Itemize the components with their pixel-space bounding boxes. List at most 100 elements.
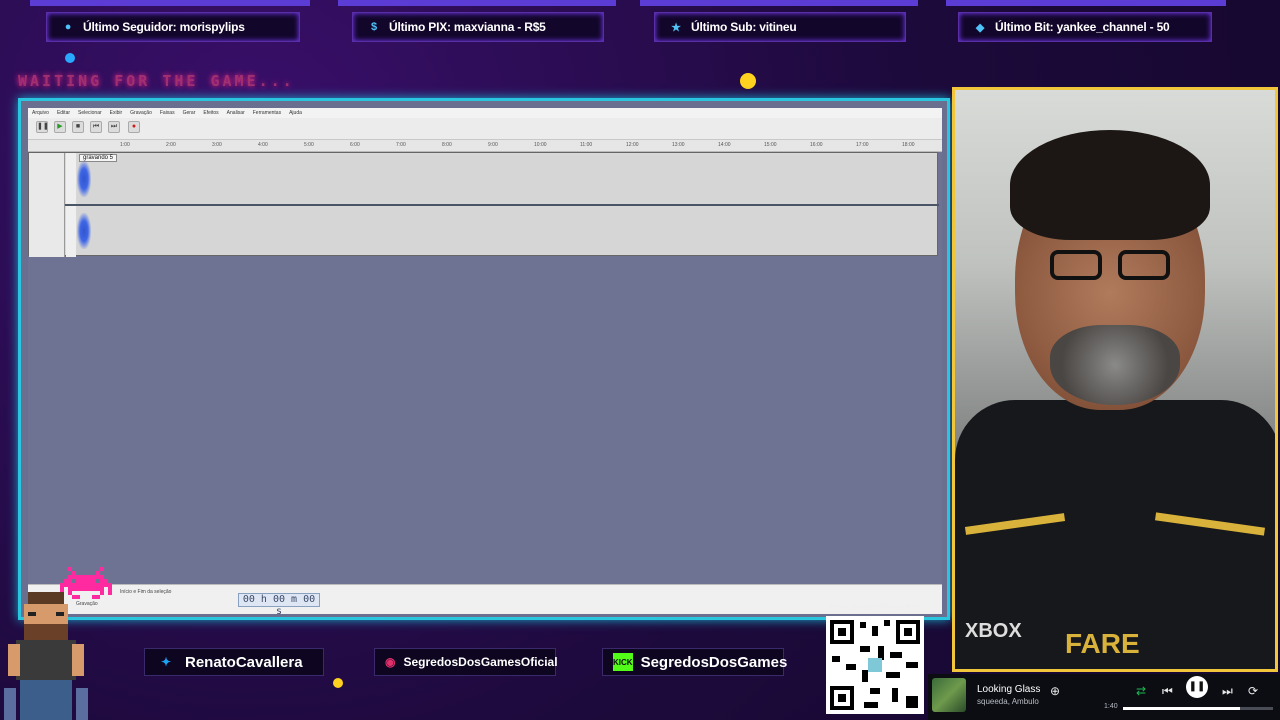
ticker-last-follower: ● Último Seguidor: morispylips (46, 12, 300, 42)
ruler-tick: 14:00 (718, 142, 731, 148)
webcam-feed: XBOX FARE (952, 87, 1278, 672)
right-channel[interactable] (77, 207, 937, 255)
selection-toolbar: Gravação Início e Fim da seleção 00 h 00… (28, 584, 942, 617)
menu-item[interactable]: Ajuda (289, 110, 302, 116)
top-accent-bar (946, 0, 1226, 6)
menu-item[interactable]: Efeitos (203, 110, 218, 116)
top-accent-bar (338, 0, 616, 6)
ruler-tick: 4:00 (258, 142, 268, 148)
shirt-logo-right: FARE (1065, 628, 1140, 659)
skip-start-button[interactable]: ⏮ (90, 121, 102, 133)
top-accent-bar (640, 0, 918, 6)
ruler-tick: 11:00 (580, 142, 593, 148)
ruler-tick: 16:00 (810, 142, 823, 148)
shirt-logo-left: XBOX (965, 620, 1022, 642)
ruler-tick: 17:00 (856, 142, 869, 148)
next-icon[interactable]: ⏭ (1222, 684, 1233, 699)
dollar-icon: $ (371, 21, 377, 33)
pause-button[interactable]: ❚❚ (1186, 676, 1208, 698)
user-icon: ● (64, 21, 72, 33)
track-control-panel[interactable] (29, 153, 65, 257)
glasses-icon (1050, 250, 1102, 280)
star-icon: ★ (671, 21, 681, 34)
menu-item[interactable]: Arquivo (32, 110, 49, 116)
menu-item[interactable]: Editar (57, 110, 70, 116)
music-player: Looking Glass squeeda, Ambulo ⊕ ⇄ ⏮ ❚❚ ⏭… (928, 674, 1280, 720)
ruler-tick: 12:00 (626, 142, 639, 148)
hair (1010, 130, 1210, 240)
decorative-dot (333, 678, 343, 688)
kick-icon: KICK (613, 653, 633, 671)
ticker-last-bit: ◆ Último Bit: yankee_channel - 50 (958, 12, 1212, 42)
track-artist: squeeda, Ambulo (977, 697, 1039, 706)
ticker-label: Último Seguidor: morispylips (83, 20, 245, 34)
top-accent-bar (30, 0, 310, 6)
beard (1050, 325, 1180, 405)
decorative-dot (740, 73, 756, 89)
elapsed-time: 1:40 (1104, 703, 1118, 710)
ruler-tick: 18:00 (902, 142, 915, 148)
menu-item[interactable]: Faixas (160, 110, 175, 116)
previous-icon[interactable]: ⏮ (1162, 684, 1173, 699)
social-handle: SegredosDosGames (640, 653, 788, 671)
menu-item[interactable]: Exibir (110, 110, 123, 116)
channel-divider (65, 204, 939, 206)
glasses-icon (1118, 250, 1170, 280)
time-display[interactable]: 00 h 00 m 00 s (238, 593, 320, 617)
ruler-tick: 6:00 (350, 142, 360, 148)
menu-bar: Arquivo Editar Selecionar Exibir Gravaçã… (28, 108, 942, 118)
add-icon[interactable]: ⊕ (1050, 684, 1060, 698)
repeat-icon[interactable]: ⟳ (1248, 684, 1258, 698)
ticker-last-pix: $ Último PIX: maxvianna - R$5 (352, 12, 604, 42)
ruler-tick: 1:00 (120, 142, 130, 148)
qr-caption: livepix.gg/segredosdosgames (828, 603, 922, 610)
waiting-banner: WAITING FOR THE GAME... (18, 72, 295, 90)
ruler-tick: 7:00 (396, 142, 406, 148)
social-handle: RenatoCavallera (185, 653, 303, 671)
selection-label: Início e Fim da seleção (120, 589, 172, 595)
social-handle: SegredosDosGamesOficial (403, 655, 558, 669)
transport-toolbar (28, 118, 942, 140)
ticker-label: Último Sub: vitineu (691, 20, 797, 34)
social-twitter[interactable]: ✦ RenatoCavallera (144, 648, 324, 676)
skip-end-button[interactable]: ⏭ (108, 121, 120, 133)
menu-item[interactable]: Ferramentas (253, 110, 281, 116)
twitter-icon: ✦ (160, 655, 172, 669)
qr-code[interactable] (826, 616, 924, 714)
ruler-tick: 2:00 (166, 142, 176, 148)
ruler-tick: 10:00 (534, 142, 547, 148)
menu-item[interactable]: Gravação (130, 110, 152, 116)
diamond-icon: ◆ (975, 21, 985, 34)
timeline-ruler[interactable]: 1:00 2:00 3:00 4:00 5:00 6:00 7:00 8:00 … (28, 140, 942, 152)
track-title: Looking Glass (977, 684, 1041, 695)
progress-fill (1123, 707, 1240, 710)
instagram-icon: ◉ (385, 655, 396, 669)
social-kick[interactable]: KICK SegredosDosGames (602, 648, 787, 676)
ticker-last-sub: ★ Último Sub: vitineu (654, 12, 906, 42)
decorative-dot (65, 53, 75, 63)
ruler-tick: 13:00 (672, 142, 685, 148)
ticker-label: Último Bit: yankee_channel - 50 (995, 20, 1170, 34)
stop-button[interactable]: ■ (72, 121, 84, 133)
ruler-tick: 3:00 (212, 142, 222, 148)
progress-bar[interactable] (1123, 707, 1273, 710)
track-name[interactable]: gravando 5 (79, 154, 118, 162)
waveform-right (77, 213, 91, 249)
waveform-left (77, 161, 91, 197)
audio-track[interactable]: gravando 5 (28, 152, 939, 257)
ruler-tick: 8:00 (442, 142, 452, 148)
pause-button[interactable]: ❚❚ (36, 121, 49, 133)
play-button[interactable]: ▶ (54, 121, 66, 133)
menu-item[interactable]: Analisar (227, 110, 245, 116)
ticker-label: Último PIX: maxvianna - R$5 (389, 20, 546, 34)
audacity-window: Arquivo Editar Selecionar Exibir Gravaçã… (28, 108, 942, 617)
ruler-tick: 5:00 (304, 142, 314, 148)
shuffle-icon[interactable]: ⇄ (1136, 684, 1146, 698)
social-instagram[interactable]: ◉ SegredosDosGamesOficial (374, 648, 558, 676)
menu-item[interactable]: Selecionar (78, 110, 102, 116)
left-channel[interactable] (77, 155, 937, 203)
menu-item[interactable]: Gerar (183, 110, 196, 116)
ruler-tick: 15:00 (764, 142, 777, 148)
album-art (932, 678, 966, 712)
record-button[interactable]: ● (128, 121, 140, 133)
